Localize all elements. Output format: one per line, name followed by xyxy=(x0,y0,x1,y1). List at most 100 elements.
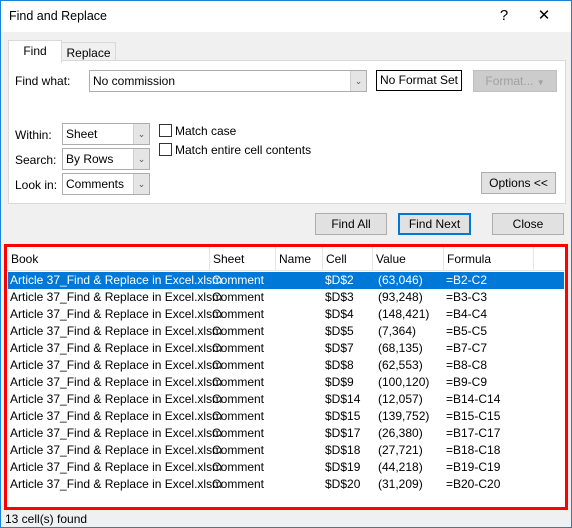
cell-cell: $D$5 xyxy=(325,324,354,338)
cell-formula: =B5-C5 xyxy=(446,324,488,338)
cell-value: (68,135) xyxy=(378,341,423,355)
chevron-down-icon[interactable]: ⌄ xyxy=(133,124,149,144)
within-label: Within: xyxy=(15,128,52,142)
cell-cell: $D$15 xyxy=(325,409,361,423)
cell-formula: =B4-C4 xyxy=(446,307,488,321)
cell-value: (139,752) xyxy=(378,409,430,423)
cell-cell: $D$9 xyxy=(325,375,354,389)
cell-sheet: Comment xyxy=(212,358,265,372)
options-button[interactable]: Options << xyxy=(481,172,556,194)
match-case-checkbox[interactable] xyxy=(159,124,172,137)
result-row[interactable]: Article 37_Find & Replace in Excel.xlsm C… xyxy=(8,357,564,374)
chevron-down-icon[interactable]: ⌄ xyxy=(133,149,149,169)
cell-value: (100,120) xyxy=(378,375,430,389)
cell-sheet: Comment xyxy=(212,460,265,474)
result-row[interactable]: Article 37_Find & Replace in Excel.xlsm C… xyxy=(8,459,564,476)
find-what-input[interactable]: No commission ⌄ xyxy=(89,70,367,92)
result-row[interactable]: Article 37_Find & Replace in Excel.xlsm C… xyxy=(8,306,564,323)
cell-formula: =B15-C15 xyxy=(446,409,501,423)
cell-value: (93,248) xyxy=(378,290,423,304)
result-row[interactable]: Article 37_Find & Replace in Excel.xlsm C… xyxy=(8,425,564,442)
find-replace-dialog: Find and Replace ? ✕ Find Replace Find w… xyxy=(0,0,572,528)
help-button[interactable]: ? xyxy=(489,5,519,27)
cell-sheet: Comment xyxy=(212,341,265,355)
cell-value: (27,721) xyxy=(378,443,423,457)
find-all-button[interactable]: Find All xyxy=(315,213,387,235)
format-button: Format... ▼ xyxy=(473,70,557,92)
cell-cell: $D$4 xyxy=(325,307,354,321)
column-header-cell[interactable]: Cell xyxy=(323,247,373,271)
cell-book: Article 37_Find & Replace in Excel.xlsm xyxy=(10,307,223,321)
tab-label: Replace xyxy=(66,46,111,60)
cell-value: (26,380) xyxy=(378,426,423,440)
cell-cell: $D$7 xyxy=(325,341,354,355)
find-what-value: No commission xyxy=(93,74,176,88)
result-row[interactable]: Article 37_Find & Replace in Excel.xlsm C… xyxy=(8,340,564,357)
cell-formula: =B19-C19 xyxy=(446,460,501,474)
within-select[interactable]: Sheet ⌄ xyxy=(62,123,150,145)
cell-sheet: Comment xyxy=(212,324,265,338)
cell-sheet: Comment xyxy=(212,443,265,457)
result-row[interactable]: Article 37_Find & Replace in Excel.xlsm C… xyxy=(8,374,564,391)
result-row[interactable]: Article 37_Find & Replace in Excel.xlsm C… xyxy=(8,442,564,459)
cell-formula: =B8-C8 xyxy=(446,358,488,372)
column-header-formula[interactable]: Formula xyxy=(444,247,534,271)
chevron-down-icon[interactable]: ⌄ xyxy=(350,71,366,91)
results-list[interactable]: Book Sheet Name Cell Value Formula Article 37… xyxy=(4,244,568,510)
cell-cell: $D$14 xyxy=(325,392,361,406)
find-next-button[interactable]: Find Next xyxy=(398,213,471,235)
find-what-label: Find what: xyxy=(15,74,71,88)
close-window-button[interactable]: ✕ xyxy=(529,5,559,27)
column-header-name[interactable]: Name xyxy=(276,247,323,271)
cell-cell: $D$19 xyxy=(325,460,361,474)
cell-book: Article 37_Find & Replace in Excel.xlsm xyxy=(10,426,223,440)
column-header-value[interactable]: Value xyxy=(373,247,444,271)
cell-sheet: Comment xyxy=(212,290,265,304)
result-row[interactable]: Article 37_Find & Replace in Excel.xlsm C… xyxy=(8,408,564,425)
cell-book: Article 37_Find & Replace in Excel.xlsm xyxy=(10,392,223,406)
cell-cell: $D$18 xyxy=(325,443,361,457)
match-entire-checkbox[interactable] xyxy=(159,143,172,156)
look-in-select[interactable]: Comments ⌄ xyxy=(62,173,150,195)
cell-book: Article 37_Find & Replace in Excel.xlsm xyxy=(10,409,223,423)
cell-book: Article 37_Find & Replace in Excel.xlsm xyxy=(10,273,223,287)
cell-value: (44,218) xyxy=(378,460,423,474)
cell-value: (148,421) xyxy=(378,307,430,321)
cell-value: (12,057) xyxy=(378,392,423,406)
cell-value: (31,209) xyxy=(378,477,423,491)
cell-cell: $D$3 xyxy=(325,290,354,304)
results-header: Book Sheet Name Cell Value Formula xyxy=(7,247,565,271)
cell-value: (63,046) xyxy=(378,273,423,287)
cell-formula: =B2-C2 xyxy=(446,273,488,287)
match-case-label: Match case xyxy=(175,124,237,138)
dropdown-arrow-icon: ▼ xyxy=(536,78,545,87)
result-row[interactable]: Article 37_Find & Replace in Excel.xlsm C… xyxy=(8,289,564,306)
cell-value: (62,553) xyxy=(378,358,423,372)
result-row[interactable]: Article 37_Find & Replace in Excel.xlsm C… xyxy=(8,323,564,340)
tab-label: Find xyxy=(23,44,47,58)
column-header-book[interactable]: Book xyxy=(8,247,210,271)
cell-book: Article 37_Find & Replace in Excel.xlsm xyxy=(10,358,223,372)
column-header-sheet[interactable]: Sheet xyxy=(210,247,276,271)
cell-formula: =B20-C20 xyxy=(446,477,501,491)
chevron-down-icon[interactable]: ⌄ xyxy=(133,174,149,194)
result-row[interactable]: Article 37_Find & Replace in Excel.xlsm C… xyxy=(8,391,564,408)
result-row[interactable]: Article 37_Find & Replace in Excel.xlsm C… xyxy=(8,272,564,289)
tab-find[interactable]: Find xyxy=(8,40,62,63)
cell-formula: =B3-C3 xyxy=(446,290,488,304)
result-row[interactable]: Article 37_Find & Replace in Excel.xlsm C… xyxy=(8,476,564,493)
within-value: Sheet xyxy=(66,127,98,141)
dialog-title: Find and Replace xyxy=(9,9,107,23)
look-in-label: Look in: xyxy=(15,178,58,192)
search-value: By Rows xyxy=(66,152,114,166)
close-button[interactable]: Close xyxy=(492,213,564,235)
cell-sheet: Comment xyxy=(212,307,265,321)
match-entire-label: Match entire cell contents xyxy=(175,143,312,157)
cell-value: (7,364) xyxy=(378,324,417,338)
cell-book: Article 37_Find & Replace in Excel.xlsm xyxy=(10,477,223,491)
search-label: Search: xyxy=(15,153,57,167)
title-bar: Find and Replace ? ✕ xyxy=(1,1,571,32)
cell-sheet: Comment xyxy=(212,409,265,423)
search-select[interactable]: By Rows ⌄ xyxy=(62,148,150,170)
cell-book: Article 37_Find & Replace in Excel.xlsm xyxy=(10,460,223,474)
